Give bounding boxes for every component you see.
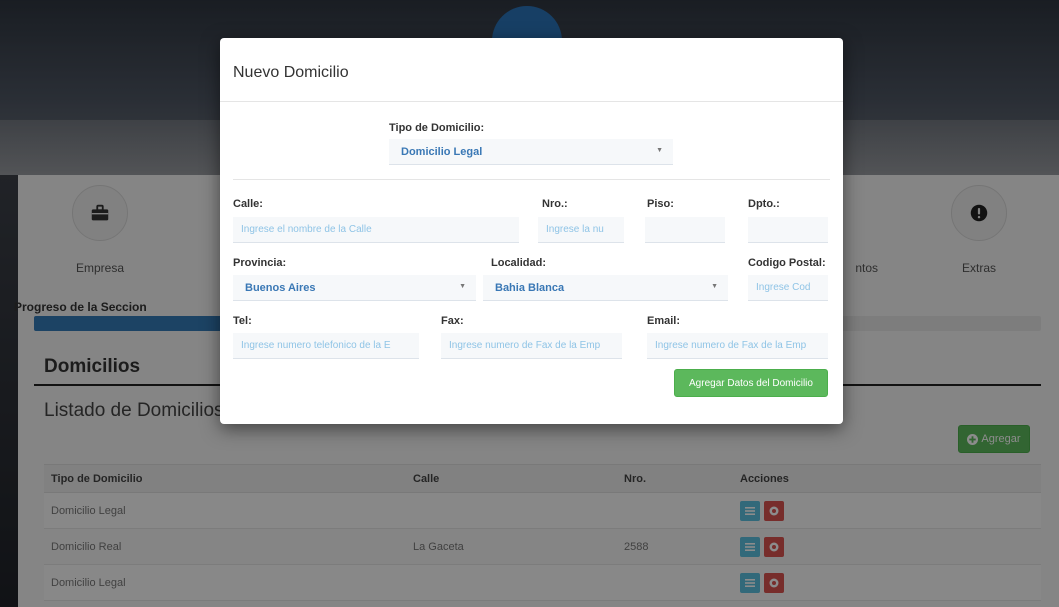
- localidad-select-value: Bahia Blanca: [495, 282, 565, 294]
- dpto-label: Dpto.:: [748, 198, 780, 210]
- email-input[interactable]: [647, 333, 828, 359]
- fax-input[interactable]: [441, 333, 622, 359]
- localidad-label: Localidad:: [491, 257, 547, 269]
- nro-input[interactable]: [538, 217, 624, 243]
- modal-title: Nuevo Domicilio: [220, 38, 843, 102]
- piso-label: Piso:: [647, 198, 674, 210]
- piso-input[interactable]: [645, 217, 725, 243]
- nro-label: Nro.:: [542, 198, 568, 210]
- cp-input[interactable]: [748, 275, 828, 301]
- fax-label: Fax:: [441, 315, 464, 327]
- dpto-input[interactable]: [748, 217, 828, 243]
- divider: [233, 179, 830, 180]
- calle-label: Calle:: [233, 198, 263, 210]
- tel-label: Tel:: [233, 315, 252, 327]
- nuevo-domicilio-modal: Nuevo Domicilio Tipo de Domicilio: Domic…: [220, 38, 843, 424]
- chevron-down-icon: ▼: [656, 147, 663, 154]
- tel-input[interactable]: [233, 333, 419, 359]
- tipo-label: Tipo de Domicilio:: [389, 122, 485, 134]
- email-label: Email:: [647, 315, 681, 327]
- localidad-select[interactable]: Bahia Blanca ▼: [483, 275, 728, 301]
- chevron-down-icon: ▼: [459, 283, 466, 290]
- cp-label: Codigo Postal:: [748, 257, 826, 269]
- chevron-down-icon: ▼: [711, 283, 718, 290]
- provincia-select-value: Buenos Aires: [245, 282, 316, 294]
- calle-input[interactable]: [233, 217, 519, 243]
- tipo-select[interactable]: Domicilio Legal ▼: [389, 139, 673, 165]
- provincia-select[interactable]: Buenos Aires ▼: [233, 275, 476, 301]
- tipo-select-value: Domicilio Legal: [401, 146, 483, 158]
- provincia-label: Provincia:: [233, 257, 287, 269]
- agregar-domicilio-button[interactable]: Agregar Datos del Domicilio: [674, 369, 828, 397]
